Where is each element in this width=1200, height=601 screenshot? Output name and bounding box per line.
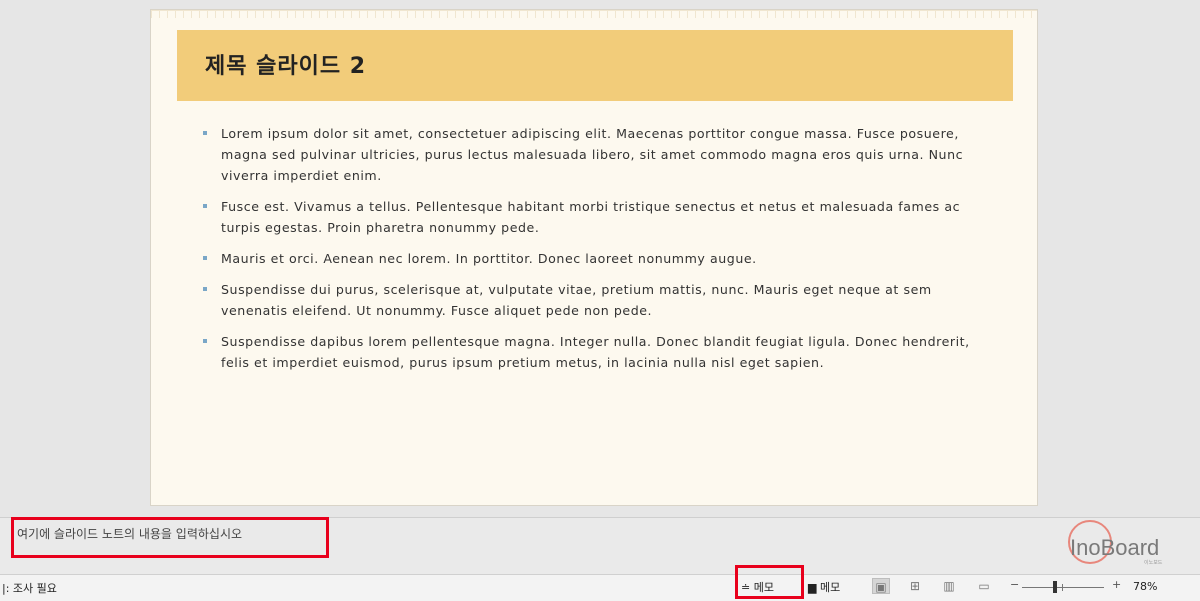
bullet-text: Mauris et orci. Aenean nec lorem. In por… — [221, 251, 757, 266]
slideshow-icon: ▭ — [978, 579, 990, 593]
bullet-item[interactable]: Suspendisse dapibus lorem pellentesque m… — [201, 331, 991, 373]
zoom-slider-thumb[interactable] — [1052, 581, 1057, 593]
slide-canvas[interactable]: 제목 슬라이드 2 Lorem ipsum dolor sit amet, co… — [0, 0, 1200, 517]
zoom-in-button[interactable]: + — [1112, 578, 1121, 591]
bullet-item[interactable]: Fusce est. Vivamus a tellus. Pellentesqu… — [201, 196, 991, 238]
bullet-marker — [203, 204, 207, 208]
inoboard-logo: InoBoard 이노보드 — [1060, 517, 1168, 567]
bullet-list[interactable]: Lorem ipsum dolor sit amet, consectetuer… — [201, 123, 991, 383]
normal-view-icon: ▣ — [875, 580, 887, 594]
zoom-slider-midmark — [1062, 584, 1063, 591]
comment-icon: ▆ — [808, 581, 817, 594]
logo-subtext: 이노보드 — [1144, 559, 1163, 566]
normal-view-button[interactable]: ▣ — [872, 578, 890, 594]
zoom-slider-track[interactable] — [1022, 587, 1104, 588]
logo-text: InoBoard — [1070, 535, 1159, 560]
slideshow-button[interactable]: ▭ — [975, 578, 993, 594]
bullet-text: Suspendisse dui purus, scelerisque at, v… — [221, 282, 932, 318]
reading-view-button[interactable]: ▥ — [940, 578, 958, 594]
slide-title[interactable]: 제목 슬라이드 2 — [205, 48, 366, 80]
status-bar: |: 조사 필요 ≐ 메모 ▆ 메모 ▣ ⊞ ▥ ▭ − + 78% — [0, 574, 1200, 601]
reading-view-icon: ▥ — [943, 579, 955, 593]
bullet-text: Fusce est. Vivamus a tellus. Pellentesqu… — [221, 199, 961, 235]
bullet-item[interactable]: Lorem ipsum dolor sit amet, consectetuer… — [201, 123, 991, 186]
bullet-marker — [203, 131, 207, 135]
title-band[interactable]: 제목 슬라이드 2 — [177, 30, 1013, 101]
bullet-item[interactable]: Suspendisse dui purus, scelerisque at, v… — [201, 279, 991, 321]
bullet-marker — [203, 256, 207, 260]
bullet-marker — [203, 339, 207, 343]
memo-highlight-box — [735, 565, 804, 599]
notes-highlight-box — [11, 517, 329, 558]
slide-sorter-button[interactable]: ⊞ — [906, 578, 924, 594]
slide-sorter-icon: ⊞ — [909, 579, 921, 593]
comments-button-label: 메모 — [819, 581, 841, 594]
slide[interactable]: 제목 슬라이드 2 Lorem ipsum dolor sit amet, co… — [150, 9, 1038, 506]
zoom-percentage[interactable]: 78% — [1133, 580, 1157, 593]
accessibility-status[interactable]: |: 조사 필요 — [2, 580, 57, 596]
bullet-text: Suspendisse dapibus lorem pellentesque m… — [221, 334, 970, 370]
zoom-out-button[interactable]: − — [1010, 578, 1019, 591]
bullet-text: Lorem ipsum dolor sit amet, consectetuer… — [221, 126, 964, 183]
bullet-item[interactable]: Mauris et orci. Aenean nec lorem. In por… — [201, 248, 991, 269]
bullet-marker — [203, 287, 207, 291]
comments-button[interactable]: ▆ 메모 — [808, 579, 840, 595]
